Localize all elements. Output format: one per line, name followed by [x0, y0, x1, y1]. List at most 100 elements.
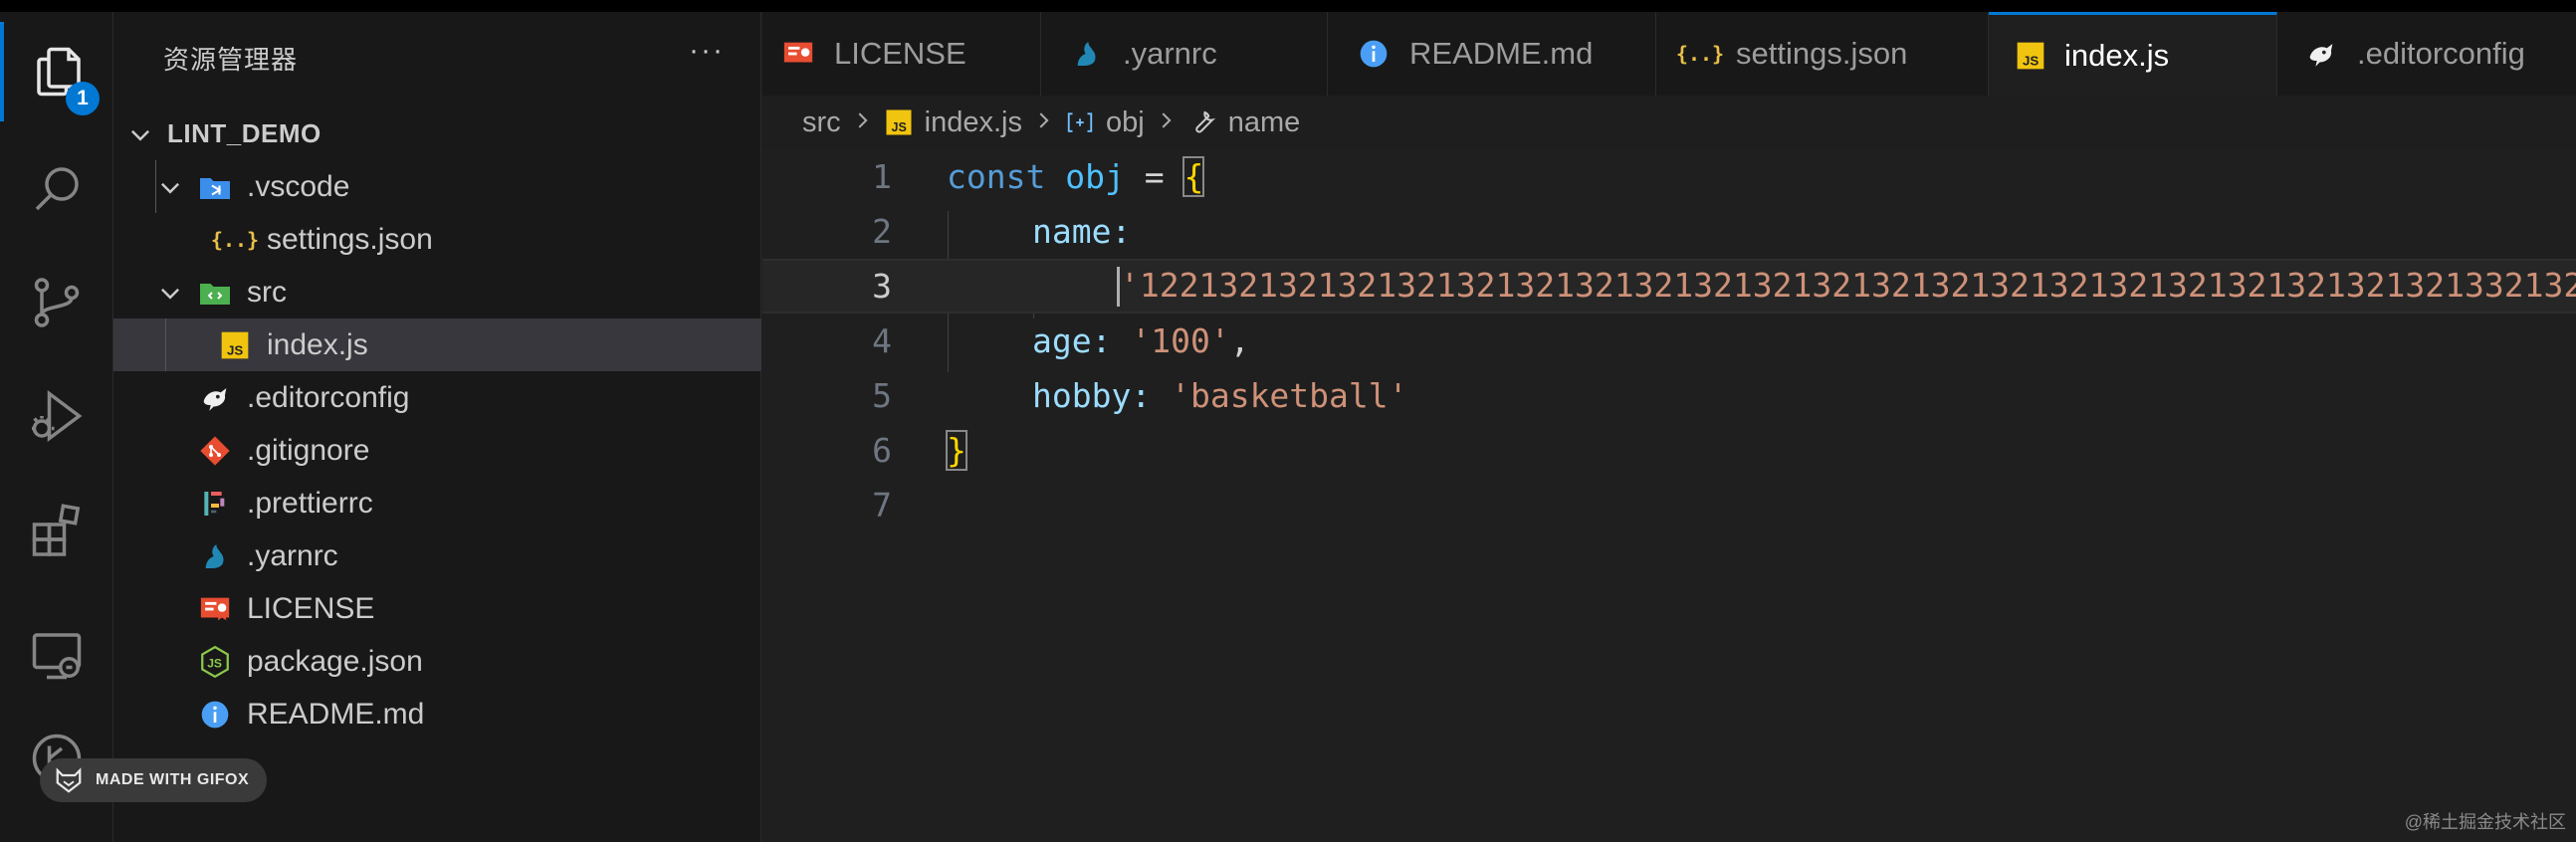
license-file-icon [197, 591, 233, 627]
explorer-badge: 1 [66, 82, 100, 115]
json-file-icon: {..} [1675, 42, 1725, 66]
tree-item-label: settings.json [267, 222, 433, 256]
code-line[interactable]: 7 [762, 478, 2576, 532]
tree-file-package-json[interactable]: JS package.json [113, 635, 761, 688]
tree-item-label: README.md [247, 697, 425, 731]
explorer-sidebar: 资源管理器 ··· LINT_DEMO .vscode {..} setting… [113, 12, 761, 842]
yarn-file-icon [197, 538, 233, 574]
code-token: '122132132132132132132132132132132132132… [1120, 265, 2576, 305]
tree-item-label: package.json [247, 644, 423, 678]
editorconfig-icon [197, 380, 233, 416]
vscode-folder-icon [197, 169, 233, 205]
breadcrumb-symbol[interactable]: obj [1106, 106, 1145, 139]
gifox-badge: MADE WITH GIFOX [40, 758, 268, 802]
tab-label: .yarnrc [1123, 36, 1217, 71]
src-folder-icon [197, 275, 233, 311]
tree-file-yarnrc[interactable]: .yarnrc [113, 529, 761, 582]
tree-item-label: .editorconfig [247, 380, 410, 414]
code-token: , [1229, 321, 1250, 360]
license-file-icon [780, 36, 816, 72]
wrench-property-icon [1186, 106, 1218, 138]
remote-explorer-activity[interactable] [0, 605, 113, 705]
breadcrumb: src JS index.js obj name [802, 100, 1300, 145]
run-debug-activity[interactable] [0, 366, 113, 466]
tree-file-readme[interactable]: README.md [113, 688, 761, 740]
tab-label: README.md [1409, 36, 1594, 71]
svg-text:JS: JS [207, 656, 222, 670]
code-editor[interactable]: 1 const obj = { 2 name: 3 '1221321321321… [762, 149, 2576, 842]
run-debug-icon [32, 390, 83, 442]
code-token: = [1124, 157, 1184, 196]
line-number: 2 [872, 212, 892, 251]
tree-item-label: .vscode [247, 169, 350, 203]
tab-label: LICENSE [834, 36, 966, 71]
tree-item-label: index.js [267, 327, 368, 361]
tree-item-label: .prettierrc [247, 486, 373, 520]
code-token: const [947, 157, 1046, 196]
chevron-down-icon [161, 182, 179, 194]
line-number: 5 [872, 376, 892, 415]
svg-text:JS: JS [2023, 53, 2039, 68]
chevron-right-icon [851, 106, 873, 139]
code-token: age: [1032, 321, 1112, 360]
extensions-activity[interactable] [0, 480, 113, 579]
search-icon [35, 167, 79, 211]
tree-file-index-js[interactable]: JS index.js [113, 318, 761, 371]
tab-label: .editorconfig [2357, 36, 2525, 71]
editor-tabs: LICENSE .yarnrc README.md {..} settings.… [762, 12, 2576, 96]
tab-label: settings.json [1736, 36, 1908, 71]
code-line[interactable]: 6 } [762, 423, 2576, 478]
root-folder-label: LINT_DEMO [167, 118, 322, 148]
tree-file-gitignore[interactable]: .gitignore [113, 424, 761, 477]
svg-text:JS: JS [891, 120, 906, 134]
source-control-activity[interactable] [0, 253, 113, 352]
git-file-icon [197, 433, 233, 469]
window-top-strip [0, 0, 2576, 12]
breadcrumb-file[interactable]: index.js [925, 106, 1022, 139]
breadcrumb-property[interactable]: name [1228, 106, 1301, 139]
tree-item-label: src [247, 275, 287, 309]
tree-file-license[interactable]: LICENSE [113, 582, 761, 635]
svg-text:JS: JS [227, 342, 243, 357]
tree-folder-src[interactable]: src [113, 266, 761, 318]
tab-yarnrc[interactable]: .yarnrc [1041, 12, 1328, 96]
bracket-match: } [946, 430, 967, 471]
code-token: 'basketball' [1171, 376, 1408, 415]
fox-logo-icon [56, 767, 82, 793]
tree-file-prettierrc[interactable]: .prettierrc [113, 477, 761, 529]
explorer-activity[interactable]: 1 [0, 22, 113, 121]
tree-item-label: .yarnrc [247, 538, 338, 572]
js-file-icon: JS [217, 327, 253, 363]
tree-root[interactable]: LINT_DEMO [113, 107, 761, 160]
code-line[interactable]: 2 name: [762, 204, 2576, 259]
tree-file-settings-json[interactable]: {..} settings.json [113, 213, 761, 266]
chevron-right-icon [1032, 106, 1054, 139]
more-actions-icon[interactable]: ··· [689, 34, 725, 68]
tab-settings-json[interactable]: {..} settings.json [1656, 12, 1989, 96]
watermark: @稀土掘金技术社区 [2404, 812, 2566, 832]
chevron-right-icon [1155, 106, 1177, 139]
gifox-label: MADE WITH GIFOX [96, 771, 250, 788]
chevron-down-icon [131, 129, 149, 141]
code-line[interactable]: 4 age: '100', [762, 314, 2576, 368]
search-activity[interactable] [0, 139, 113, 239]
code-line[interactable]: 1 const obj = { [762, 149, 2576, 204]
editorconfig-icon [2303, 36, 2339, 72]
tab-readme[interactable]: README.md [1328, 12, 1656, 96]
tab-editorconfig[interactable]: .editorconfig [2277, 12, 2576, 96]
tree-item-label: .gitignore [247, 433, 370, 467]
breadcrumb-folder[interactable]: src [802, 106, 841, 139]
js-file-icon: JS [2015, 38, 2046, 74]
tab-index-js[interactable]: JS index.js [1989, 12, 2277, 96]
tree-file-editorconfig[interactable]: .editorconfig [113, 371, 761, 424]
code-line[interactable]: 5 hobby: 'basketball' [762, 368, 2576, 423]
line-number: 3 [872, 267, 892, 306]
sidebar-title: 资源管理器 [163, 45, 299, 75]
activity-bar: 1 [0, 12, 113, 842]
tree-folder-vscode[interactable]: .vscode [113, 160, 761, 213]
code-token: hobby: [1032, 376, 1152, 415]
code-token: obj [1065, 157, 1125, 196]
indent-guide [165, 318, 166, 371]
tab-license[interactable]: LICENSE [762, 12, 1041, 96]
code-line-current[interactable]: 3 '1221321321321321321321321321321321321… [762, 259, 2576, 314]
